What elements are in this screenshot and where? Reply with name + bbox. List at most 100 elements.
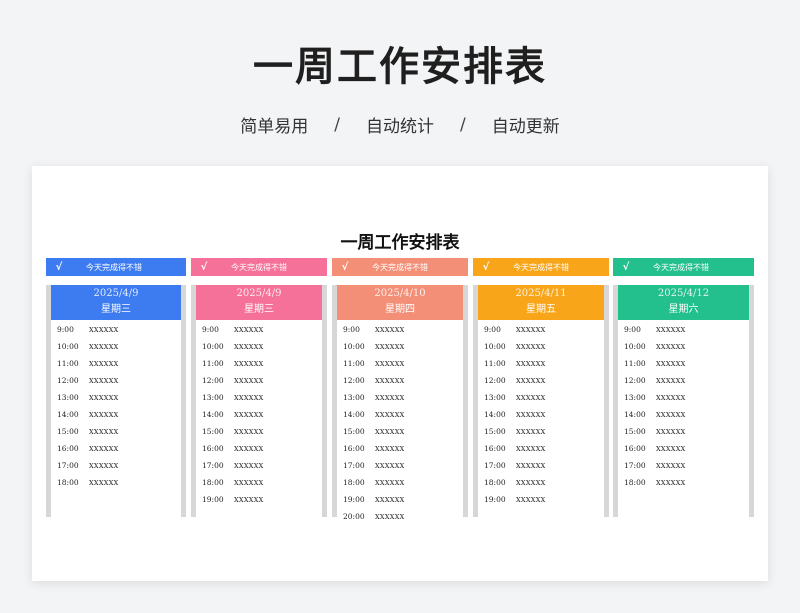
slot-task[interactable]: XXXXXX — [89, 343, 119, 351]
schedule-row[interactable]: 19:00 XXXXXX — [478, 491, 604, 508]
schedule-row[interactable]: 9:00 XXXXXX — [478, 321, 604, 338]
schedule-row[interactable]: 10:00 XXXXXX — [337, 338, 463, 355]
schedule-row[interactable]: 19:00 XXXXXX — [337, 491, 463, 508]
schedule-row[interactable]: 13:00 XXXXXX — [51, 389, 181, 406]
schedule-row[interactable]: 9:00 XXXXXX — [51, 321, 181, 338]
slot-task[interactable]: XXXXXX — [656, 394, 686, 402]
schedule-row[interactable]: 14:00 XXXXXX — [478, 406, 604, 423]
slot-task[interactable]: XXXXXX — [656, 343, 686, 351]
schedule-row[interactable]: 10:00 XXXXXX — [51, 338, 181, 355]
schedule-row[interactable]: 19:00 XXXXXX — [196, 491, 322, 508]
schedule-row[interactable]: 14:00 XXXXXX — [196, 406, 322, 423]
schedule-row[interactable]: 17:00 XXXXXX — [478, 457, 604, 474]
slot-task[interactable]: XXXXXX — [89, 377, 119, 385]
slot-task[interactable]: XXXXXX — [234, 326, 264, 334]
schedule-row[interactable]: 14:00 XXXXXX — [618, 406, 749, 423]
slot-task[interactable]: XXXXXX — [234, 411, 264, 419]
slot-task[interactable]: XXXXXX — [516, 326, 546, 334]
slot-task[interactable]: XXXXXX — [516, 411, 546, 419]
slot-task[interactable]: XXXXXX — [375, 411, 405, 419]
schedule-row[interactable]: 9:00 XXXXXX — [618, 321, 749, 338]
schedule-row[interactable]: 16:00 XXXXXX — [196, 440, 322, 457]
schedule-row[interactable]: 15:00 XXXXXX — [478, 423, 604, 440]
slot-task[interactable]: XXXXXX — [234, 394, 264, 402]
slot-task[interactable]: XXXXXX — [234, 445, 264, 453]
slot-task[interactable]: XXXXXX — [234, 377, 264, 385]
slot-task[interactable]: XXXXXX — [375, 326, 405, 334]
slot-task[interactable]: XXXXXX — [656, 411, 686, 419]
slot-task[interactable]: XXXXXX — [234, 462, 264, 470]
schedule-row[interactable]: 13:00 XXXXXX — [618, 389, 749, 406]
slot-task[interactable]: XXXXXX — [516, 445, 546, 453]
slot-task[interactable]: XXXXXX — [89, 445, 119, 453]
schedule-row[interactable]: 10:00 XXXXXX — [618, 338, 749, 355]
slot-task[interactable]: XXXXXX — [656, 462, 686, 470]
schedule-row[interactable]: 12:00 XXXXXX — [196, 372, 322, 389]
schedule-row[interactable]: 15:00 XXXXXX — [337, 423, 463, 440]
schedule-row[interactable]: 16:00 XXXXXX — [478, 440, 604, 457]
schedule-row[interactable]: 15:00 XXXXXX — [196, 423, 322, 440]
slot-task[interactable]: XXXXXX — [375, 360, 405, 368]
slot-task[interactable]: XXXXXX — [89, 462, 119, 470]
schedule-row[interactable]: 12:00 XXXXXX — [337, 372, 463, 389]
slot-task[interactable]: XXXXXX — [656, 377, 686, 385]
schedule-row[interactable]: 17:00 XXXXXX — [196, 457, 322, 474]
schedule-row[interactable]: 17:00 XXXXXX — [337, 457, 463, 474]
slot-task[interactable]: XXXXXX — [375, 343, 405, 351]
slot-task[interactable]: XXXXXX — [516, 462, 546, 470]
slot-task[interactable]: XXXXXX — [375, 496, 405, 504]
schedule-row[interactable]: 13:00 XXXXXX — [478, 389, 604, 406]
schedule-row[interactable]: 9:00 XXXXXX — [196, 321, 322, 338]
schedule-row[interactable]: 14:00 XXXXXX — [337, 406, 463, 423]
schedule-row[interactable]: 18:00 XXXXXX — [196, 474, 322, 491]
schedule-row[interactable]: 13:00 XXXXXX — [337, 389, 463, 406]
slot-task[interactable]: XXXXXX — [234, 496, 264, 504]
slot-task[interactable]: XXXXXX — [656, 479, 686, 487]
slot-task[interactable]: XXXXXX — [656, 326, 686, 334]
schedule-row[interactable]: 12:00 XXXXXX — [51, 372, 181, 389]
schedule-row[interactable]: 17:00 XXXXXX — [618, 457, 749, 474]
slot-task[interactable]: XXXXXX — [234, 428, 264, 436]
slot-task[interactable]: XXXXXX — [375, 462, 405, 470]
schedule-row[interactable]: 13:00 XXXXXX — [196, 389, 322, 406]
slot-task[interactable]: XXXXXX — [375, 445, 405, 453]
slot-task[interactable]: XXXXXX — [375, 428, 405, 436]
slot-task[interactable]: XXXXXX — [516, 479, 546, 487]
schedule-row[interactable]: 18:00 XXXXXX — [478, 474, 604, 491]
schedule-row[interactable]: 18:00 XXXXXX — [618, 474, 749, 491]
slot-task[interactable]: XXXXXX — [89, 360, 119, 368]
schedule-row[interactable]: 18:00 XXXXXX — [337, 474, 463, 491]
slot-task[interactable]: XXXXXX — [89, 428, 119, 436]
schedule-row[interactable]: 11:00 XXXXXX — [618, 355, 749, 372]
slot-task[interactable]: XXXXXX — [234, 360, 264, 368]
slot-task[interactable]: XXXXXX — [656, 445, 686, 453]
slot-task[interactable]: XXXXXX — [89, 479, 119, 487]
schedule-row[interactable]: 16:00 XXXXXX — [618, 440, 749, 457]
slot-task[interactable]: XXXXXX — [375, 513, 405, 521]
schedule-row[interactable]: 14:00 XXXXXX — [51, 406, 181, 423]
slot-task[interactable]: XXXXXX — [89, 394, 119, 402]
schedule-row[interactable]: 17:00 XXXXXX — [51, 457, 181, 474]
slot-task[interactable]: XXXXXX — [234, 479, 264, 487]
slot-task[interactable]: XXXXXX — [516, 377, 546, 385]
slot-task[interactable]: XXXXXX — [234, 343, 264, 351]
schedule-row[interactable]: 16:00 XXXXXX — [51, 440, 181, 457]
schedule-row[interactable]: 16:00 XXXXXX — [337, 440, 463, 457]
schedule-row[interactable]: 12:00 XXXXXX — [478, 372, 604, 389]
schedule-row[interactable]: 10:00 XXXXXX — [478, 338, 604, 355]
slot-task[interactable]: XXXXXX — [89, 411, 119, 419]
schedule-row[interactable]: 20:00 XXXXXX — [337, 508, 463, 525]
slot-task[interactable]: XXXXXX — [516, 496, 546, 504]
slot-task[interactable]: XXXXXX — [656, 360, 686, 368]
slot-task[interactable]: XXXXXX — [516, 394, 546, 402]
slot-task[interactable]: XXXXXX — [89, 326, 119, 334]
schedule-row[interactable]: 15:00 XXXXXX — [51, 423, 181, 440]
schedule-row[interactable]: 9:00 XXXXXX — [337, 321, 463, 338]
slot-task[interactable]: XXXXXX — [516, 428, 546, 436]
schedule-row[interactable]: 12:00 XXXXXX — [618, 372, 749, 389]
schedule-row[interactable]: 11:00 XXXXXX — [196, 355, 322, 372]
slot-task[interactable]: XXXXXX — [375, 394, 405, 402]
schedule-row[interactable]: 18:00 XXXXXX — [51, 474, 181, 491]
slot-task[interactable]: XXXXXX — [375, 479, 405, 487]
slot-task[interactable]: XXXXXX — [375, 377, 405, 385]
